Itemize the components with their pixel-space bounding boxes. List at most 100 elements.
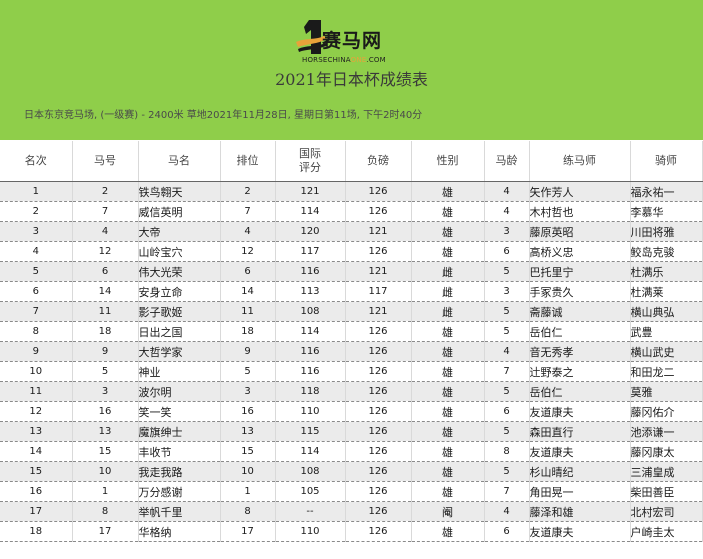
cell-rank: 1 [0,181,73,202]
cell-weight: 126 [345,341,412,362]
cell-draw: 3 [220,381,276,402]
table-row: 3 4 大帝 4 120 121 雄 3 藤原英昭 川田将雅 [0,221,703,242]
cell-weight: 126 [345,441,412,462]
cell-jockey: 杜满乐 [630,261,703,282]
cell-horse-no: 3 [72,381,139,402]
cell-jockey: 横山典弘 [630,301,703,322]
cell-horse-no: 2 [72,181,139,202]
cell-intl-rating: 116 [275,361,346,382]
column-header-rank: 名次 [0,141,73,182]
column-header-age: 马龄 [484,141,530,182]
table-row: 17 8 举帆千里 8 -- 126 阉 4 藤泽和雄 北村宏司 [0,501,703,522]
cell-intl-rating: 116 [275,261,346,282]
cell-age: 4 [484,501,530,522]
table-row: 6 14 安身立命 14 113 117 雌 3 手冢贵久 杜满莱 [0,281,703,302]
cell-weight: 121 [345,301,412,322]
cell-draw: 1 [220,481,276,502]
cell-weight: 126 [345,481,412,502]
table-row: 4 12 山岭宝穴 12 117 126 雄 6 高桥义忠 鲛岛克骏 [0,241,703,262]
cell-horse-name: 神业 [138,361,221,382]
cell-draw: 5 [220,361,276,382]
cell-intl-rating: 114 [275,441,346,462]
cell-draw: 9 [220,341,276,362]
cell-rank: 6 [0,281,73,302]
cell-rank: 2 [0,201,73,222]
table-row: 2 7 威信英明 7 114 126 雄 4 木村哲也 李慕华 [0,201,703,222]
cell-sex: 雄 [411,321,485,342]
cell-jockey: 藤冈康太 [630,441,703,462]
cell-draw: 4 [220,221,276,242]
cell-horse-no: 7 [72,201,139,222]
cell-trainer: 藤原英昭 [529,221,631,242]
cell-trainer: 杉山晴纪 [529,461,631,482]
cell-draw: 13 [220,421,276,442]
cell-trainer: 音无秀孝 [529,341,631,362]
cell-trainer: 角田晃一 [529,481,631,502]
cell-intl-rating: -- [275,501,346,522]
cell-draw: 6 [220,261,276,282]
cell-age: 6 [484,241,530,262]
cell-jockey: 和田龙二 [630,361,703,382]
cell-age: 8 [484,441,530,462]
cell-age: 3 [484,221,530,242]
cell-horse-name: 万分感谢 [138,481,221,502]
cell-jockey: 北村宏司 [630,501,703,522]
cell-horse-name: 日出之国 [138,321,221,342]
cell-age: 5 [484,301,530,322]
cell-horse-name: 我走我路 [138,461,221,482]
cell-sex: 阉 [411,501,485,522]
cell-intl-rating: 114 [275,201,346,222]
cell-draw: 7 [220,201,276,222]
column-header-horse-name: 马名 [138,141,221,182]
table-row: 8 18 日出之国 18 114 126 雄 5 岳伯仁 武豊 [0,321,703,342]
cell-age: 5 [484,421,530,442]
cell-sex: 雄 [411,421,485,442]
cell-sex: 雄 [411,461,485,482]
cell-draw: 8 [220,501,276,522]
cell-sex: 雄 [411,381,485,402]
cell-intl-rating: 121 [275,181,346,202]
column-header-horse-no: 马号 [72,141,139,182]
cell-sex: 雄 [411,441,485,462]
cell-draw: 17 [220,521,276,542]
cell-age: 6 [484,521,530,542]
cell-horse-name: 笑一笑 [138,401,221,422]
race-info: 日本东京竞马场, (一级赛) - 2400米 草地2021年11月28日, 星期… [24,110,423,121]
cell-sex: 雌 [411,281,485,302]
cell-intl-rating: 110 [275,521,346,542]
column-header-jockey: 骑师 [630,141,703,182]
cell-weight: 126 [345,521,412,542]
cell-age: 3 [484,281,530,302]
cell-jockey: 横山武史 [630,341,703,362]
cell-rank: 15 [0,461,73,482]
cell-horse-no: 1 [72,481,139,502]
cell-horse-name: 铁鸟翱天 [138,181,221,202]
cell-jockey: 李慕华 [630,201,703,222]
cell-weight: 121 [345,221,412,242]
cell-horse-no: 12 [72,241,139,262]
cell-sex: 雄 [411,201,485,222]
cell-horse-no: 9 [72,341,139,362]
page-title: 2021年日本杯成绩表 [275,70,428,89]
table-row: 16 1 万分感谢 1 105 126 雄 7 角田晃一 柴田善臣 [0,481,703,502]
cell-age: 4 [484,341,530,362]
table-header-row: 名次 马号 马名 排位 国际 评分 负磅 性别 马龄 练马师 骑师 [0,141,703,182]
cell-horse-no: 11 [72,301,139,322]
cell-draw: 11 [220,301,276,322]
cell-trainer: 巴托里宁 [529,261,631,282]
cell-age: 7 [484,481,530,502]
cell-intl-rating: 120 [275,221,346,242]
cell-horse-name: 华格纳 [138,521,221,542]
cell-age: 7 [484,361,530,382]
cell-jockey: 杜满莱 [630,281,703,302]
cell-rank: 5 [0,261,73,282]
cell-horse-no: 17 [72,521,139,542]
cell-intl-rating: 110 [275,401,346,422]
cell-trainer: 手冢贵久 [529,281,631,302]
cell-intl-rating: 114 [275,321,346,342]
cell-weight: 126 [345,241,412,262]
cell-horse-name: 山岭宝穴 [138,241,221,262]
site-logo[interactable]: 赛马网 HORSECHINAONE.COM [280,16,420,66]
cell-intl-rating: 105 [275,481,346,502]
cell-trainer: 友道康夫 [529,521,631,542]
